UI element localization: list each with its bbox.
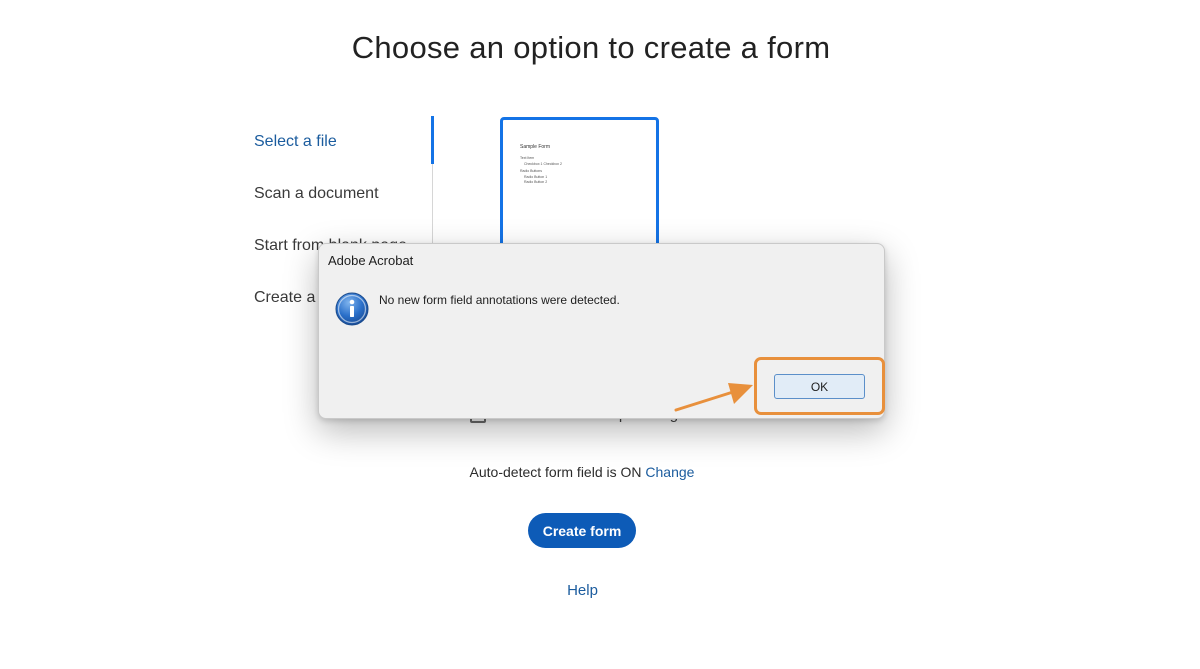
nav-active-indicator [431,116,434,164]
ok-highlight-box [754,357,885,415]
thumbnail-title: Sample Form [520,144,551,150]
info-icon [335,292,369,326]
nav-item-select-file[interactable]: Select a file [254,133,337,151]
help-link[interactable]: Help [0,582,1165,599]
autodetect-change-link[interactable]: Change [645,464,694,480]
thumbnail-line: Radio Button 2 [524,180,548,184]
thumbnail-line: Radio Buttons [520,169,542,173]
thumbnail-line: Text Item [520,156,535,160]
nav-item-scan-document[interactable]: Scan a document [254,185,379,203]
thumbnail-line: Radio Button 1 [524,175,548,179]
dialog-message: No new form field annotations were detec… [379,293,620,307]
thumbnail-line: Checkbox 1 Checkbox 2 [524,162,562,166]
page-title: Choose an option to create a form [351,30,831,65]
autodetect-row: Auto-detect form field is ON Change [0,464,1164,480]
autodetect-status: Auto-detect form field is ON [469,464,642,480]
file-thumbnail[interactable]: Sample Form Text Item Checkbox 1 Checkbo… [500,117,659,257]
dialog-title: Adobe Acrobat [328,253,414,268]
create-form-button[interactable]: Create form [528,513,636,548]
